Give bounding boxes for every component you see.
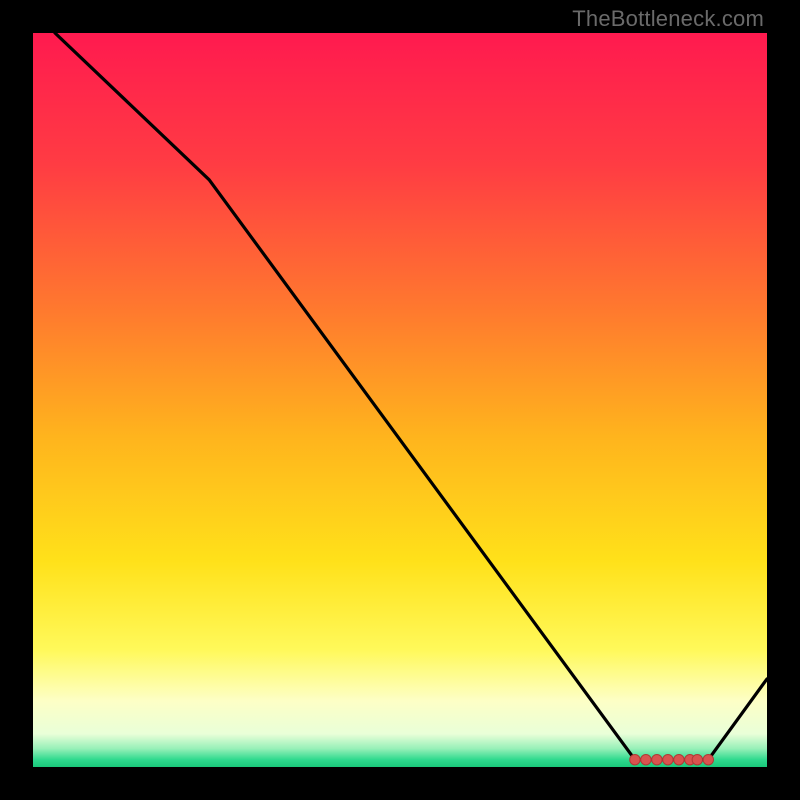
optimal-marker xyxy=(692,755,702,765)
plot-area xyxy=(33,33,767,767)
optimal-marker xyxy=(652,755,662,765)
optimal-range-markers xyxy=(630,755,714,765)
watermark-text: TheBottleneck.com xyxy=(572,6,764,32)
optimal-marker xyxy=(703,755,713,765)
curve-line xyxy=(55,33,767,760)
optimal-marker xyxy=(663,755,673,765)
optimal-marker xyxy=(674,755,684,765)
optimal-marker xyxy=(641,755,651,765)
optimal-marker xyxy=(630,755,640,765)
chart-svg xyxy=(33,33,767,767)
